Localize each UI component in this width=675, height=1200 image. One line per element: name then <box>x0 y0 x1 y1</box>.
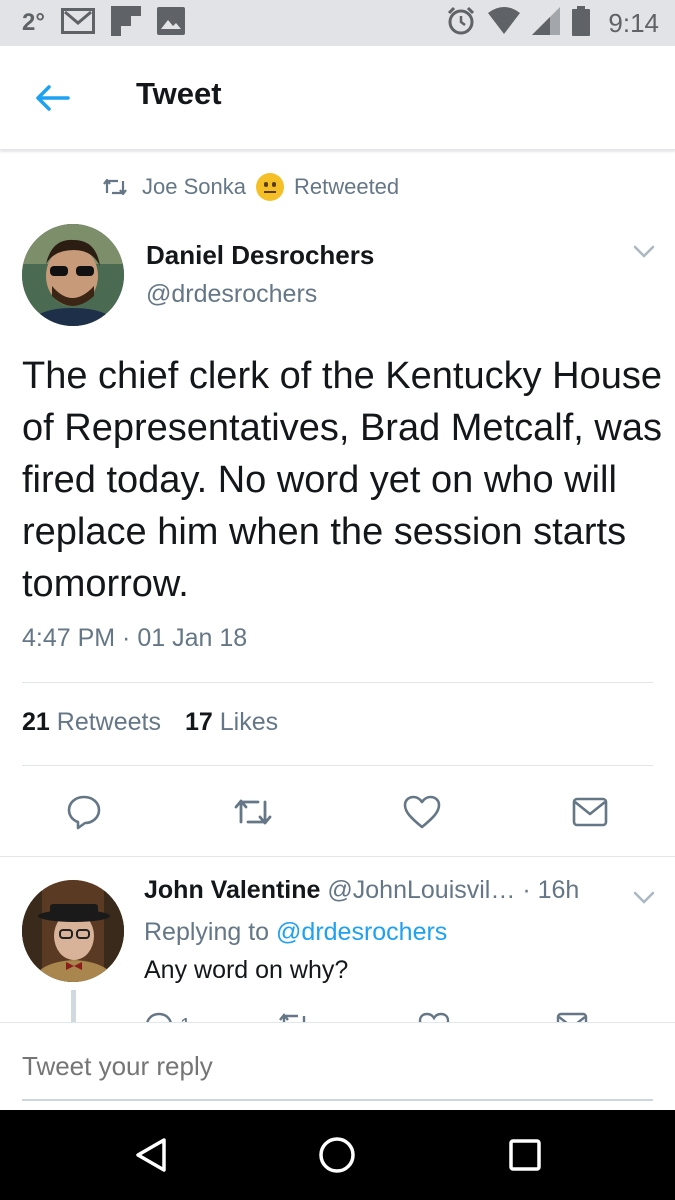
tweet-stats: 21 Retweets 17 Likes <box>22 708 278 737</box>
reply-author-avatar[interactable] <box>22 880 124 982</box>
arrow-left-icon <box>36 85 70 111</box>
retweet-context: Joe Sonka Retweeted <box>102 172 399 202</box>
reply-actions: 1 <box>0 1008 675 1022</box>
author-avatar[interactable] <box>22 224 124 326</box>
alarm-icon <box>446 6 476 41</box>
reply-options-button[interactable] <box>628 882 660 914</box>
reply-count: 1 <box>180 1015 191 1023</box>
envelope-icon <box>572 797 608 827</box>
retweeted-label: Retweeted <box>293 174 400 199</box>
square-recents-icon <box>509 1139 541 1171</box>
mention-link[interactable]: @drdesrochers <box>276 918 447 946</box>
gmail-icon <box>60 7 95 39</box>
chevron-down-icon <box>633 245 655 258</box>
reply-like-button[interactable] <box>418 1012 450 1022</box>
retweets-label: Retweets <box>56 708 161 736</box>
reply-icon <box>146 1012 172 1022</box>
divider <box>22 682 653 683</box>
reply-composer <box>0 1022 675 1110</box>
neutral-face-emoji <box>255 173 284 201</box>
chevron-down-icon <box>633 891 655 904</box>
android-nav-bar <box>0 1110 675 1200</box>
retweet-button[interactable] <box>231 790 275 834</box>
retweets-stat[interactable]: 21 Retweets <box>22 708 161 737</box>
reply-input[interactable] <box>22 1051 653 1082</box>
nav-recents-button[interactable] <box>502 1132 548 1178</box>
tweet-text: The chief clerk of the Kentucky House of… <box>22 355 662 605</box>
reply-retweet-button[interactable] <box>276 1012 312 1022</box>
likes-label: Likes <box>219 708 279 736</box>
envelope-icon <box>556 1012 588 1022</box>
author-name[interactable]: Daniel Desrochers <box>146 240 374 271</box>
reply-dm-button[interactable] <box>556 1012 588 1022</box>
circle-home-icon <box>319 1137 355 1173</box>
retweet-icon <box>103 178 127 196</box>
nav-home-button[interactable] <box>314 1132 360 1178</box>
battery-icon <box>572 5 591 41</box>
input-underline <box>22 1099 653 1101</box>
retweet-icon <box>234 799 272 825</box>
nav-back-button[interactable] <box>128 1132 174 1178</box>
heart-icon <box>403 795 441 829</box>
temperature: 2° <box>22 9 45 36</box>
flipboard-icon <box>110 5 141 41</box>
replying-to-label: Replying to <box>144 918 270 946</box>
signal-icon <box>532 6 561 40</box>
image-icon <box>156 6 185 40</box>
reply-button[interactable] <box>62 790 106 834</box>
likes-stat[interactable]: 17 Likes <box>185 708 278 737</box>
clock: 9:14 <box>608 7 659 38</box>
retweets-count: 21 <box>22 708 50 736</box>
status-bar: 2° 9:14 <box>0 0 675 46</box>
page-title: Tweet <box>136 76 222 111</box>
reply-author-name[interactable]: John Valentine <box>144 876 320 904</box>
triangle-back-icon <box>136 1138 166 1172</box>
reply-reply-button[interactable]: 1 <box>144 1012 191 1022</box>
direct-message-button[interactable] <box>568 790 612 834</box>
reply-author-handle[interactable]: @JohnLouisvil… <box>327 876 515 904</box>
app-header: Tweet <box>0 46 675 150</box>
back-button[interactable] <box>30 76 74 120</box>
reply-icon <box>67 795 101 830</box>
retweet-icon <box>279 1013 306 1022</box>
retweeter-link[interactable]: Joe Sonka <box>142 174 246 200</box>
author-handle[interactable]: @drdesrochers <box>146 280 317 309</box>
divider <box>22 765 653 766</box>
like-button[interactable] <box>400 790 444 834</box>
likes-count: 17 <box>184 708 213 736</box>
thread-divider <box>0 856 675 857</box>
tweet-timestamp: 4:47 PM · 01 Jan 18 <box>22 624 248 652</box>
reply-text: Any word on why? <box>144 956 349 984</box>
wifi-icon <box>488 6 521 40</box>
tweet-options-button[interactable] <box>628 236 660 268</box>
replying-to: Replying to @drdesrochers <box>144 918 447 947</box>
reply-time: · 16h <box>522 876 580 904</box>
reply-header: John Valentine @JohnLouisvil… · 16h <box>144 876 579 905</box>
tweet-actions <box>0 790 675 834</box>
heart-icon <box>418 1012 450 1022</box>
